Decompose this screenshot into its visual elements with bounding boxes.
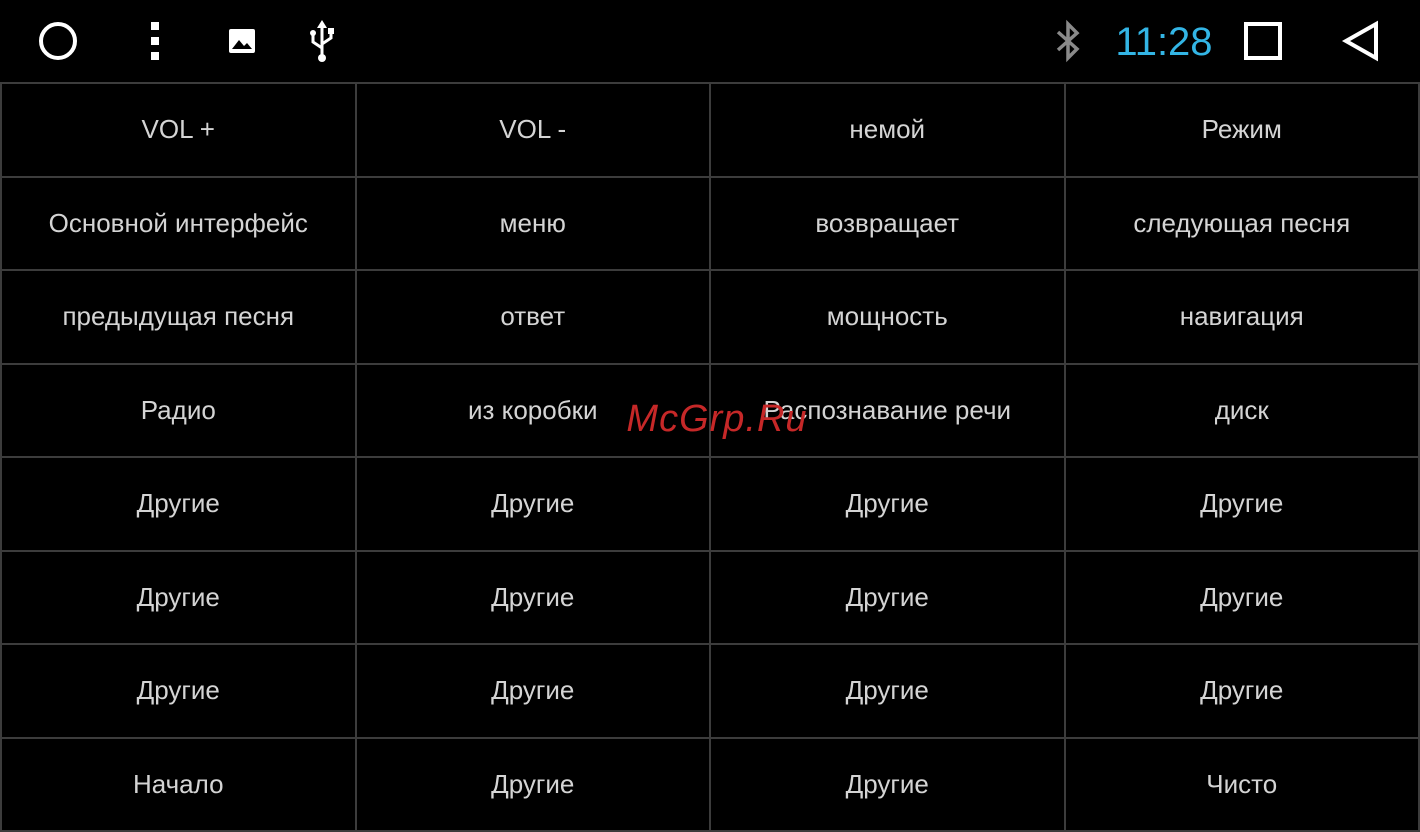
key-cell-other[interactable]: Другие [2,551,357,645]
key-cell-start[interactable]: Начало [2,738,357,832]
key-cell-out-of-box[interactable]: из коробки [356,364,711,458]
key-cell-other[interactable]: Другие [711,458,1066,552]
home-icon[interactable] [36,19,80,63]
recent-apps-icon[interactable] [1240,18,1286,64]
key-cell-other[interactable]: Другие [2,458,357,552]
key-cell-next-song[interactable]: следующая песня [1065,177,1420,271]
key-cell-other[interactable]: Другие [711,645,1066,739]
key-cell-other[interactable]: Другие [711,738,1066,832]
key-cell-radio[interactable]: Радио [2,364,357,458]
key-cell-previous-song[interactable]: предыдущая песня [2,271,357,365]
key-cell-other[interactable]: Другие [1065,551,1420,645]
key-cell-other[interactable]: Другие [1065,645,1420,739]
key-cell-other[interactable]: Другие [1065,458,1420,552]
image-icon [226,25,258,57]
key-cell-vol-up[interactable]: VOL + [2,84,357,178]
clock: 11:28 [1115,20,1213,64]
overflow-menu-icon[interactable] [140,18,170,64]
key-cell-other[interactable]: Другие [2,645,357,739]
key-cell-vol-down[interactable]: VOL - [356,84,711,178]
key-cell-power[interactable]: мощность [711,271,1066,365]
key-cell-return[interactable]: возвращает [711,177,1066,271]
key-cell-other[interactable]: Другие [711,551,1066,645]
key-cell-other[interactable]: Другие [356,645,711,739]
usb-icon [306,18,338,64]
status-bar: 11:28 [0,0,1420,82]
back-icon[interactable] [1336,16,1386,66]
key-cell-other[interactable]: Другие [356,551,711,645]
steering-key-grid: VOL + VOL - немой Режим Основной интерфе… [0,82,1420,832]
key-cell-mode[interactable]: Режим [1065,84,1420,178]
key-cell-answer[interactable]: ответ [356,271,711,365]
bluetooth-icon [1050,18,1086,64]
key-cell-other[interactable]: Другие [356,458,711,552]
key-cell-speech-recognition[interactable]: Распознавание речи [711,364,1066,458]
key-cell-mute[interactable]: немой [711,84,1066,178]
key-cell-main-interface[interactable]: Основной интерфейс [2,177,357,271]
key-cell-navigation[interactable]: навигация [1065,271,1420,365]
key-cell-disc[interactable]: диск [1065,364,1420,458]
key-cell-menu[interactable]: меню [356,177,711,271]
key-cell-other[interactable]: Другие [356,738,711,832]
key-cell-clear[interactable]: Чисто [1065,738,1420,832]
